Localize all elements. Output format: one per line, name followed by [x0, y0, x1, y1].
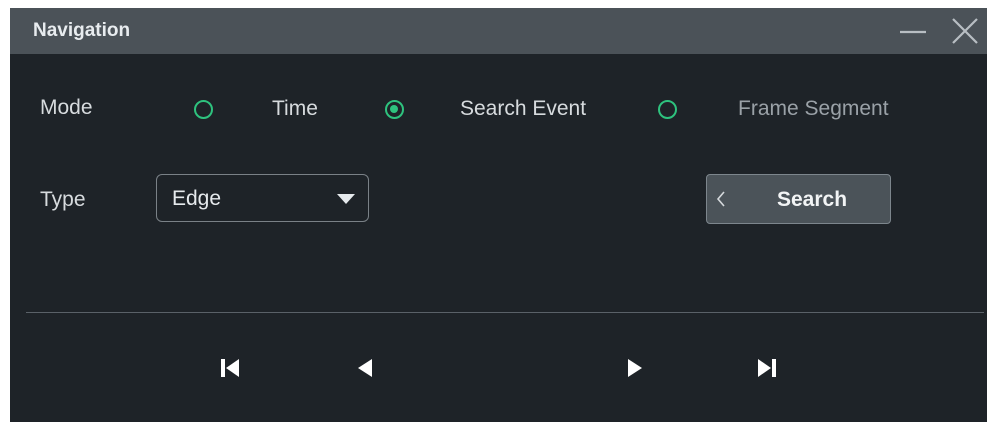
search-button-label: Search: [777, 188, 848, 211]
type-select[interactable]: Edge: [156, 174, 369, 222]
mode-option-frame-segment-label: Frame Segment: [738, 97, 889, 120]
title-bar: Navigation: [10, 8, 987, 54]
minimize-button[interactable]: [898, 16, 928, 46]
close-button[interactable]: [950, 16, 980, 46]
divider: [26, 312, 984, 313]
radio-time[interactable]: [194, 99, 213, 119]
chevron-down-icon: [337, 194, 355, 204]
mode-option-search-event-label: Search Event: [460, 97, 587, 120]
mode-label: Mode: [40, 96, 93, 119]
radio-frame-segment[interactable]: [658, 99, 677, 119]
type-select-value: Edge: [172, 187, 222, 210]
next-button[interactable]: [618, 352, 650, 384]
dialog-title: Navigation: [33, 20, 131, 41]
skip-to-start-button[interactable]: [215, 352, 247, 384]
type-label: Type: [40, 188, 86, 211]
search-button[interactable]: Search: [706, 174, 891, 224]
skip-to-start-icon: [221, 359, 239, 377]
close-icon: [952, 18, 978, 44]
navigation-dialog: Navigation Mode Time Search Event Frame …: [10, 8, 987, 422]
previous-button[interactable]: [350, 352, 382, 384]
mode-option-time-label: Time: [272, 97, 318, 120]
chevron-left-icon: [716, 191, 725, 207]
skip-to-end-icon: [758, 359, 776, 377]
mode-option-search-event[interactable]: Search Event: [385, 94, 586, 124]
previous-icon: [358, 359, 372, 377]
next-icon: [628, 359, 642, 377]
mode-option-time[interactable]: Time: [194, 94, 318, 124]
skip-to-end-button[interactable]: [750, 352, 782, 384]
radio-search-event[interactable]: [385, 99, 404, 119]
mode-option-frame-segment[interactable]: Frame Segment: [658, 94, 889, 124]
minimize-icon: [900, 30, 926, 34]
